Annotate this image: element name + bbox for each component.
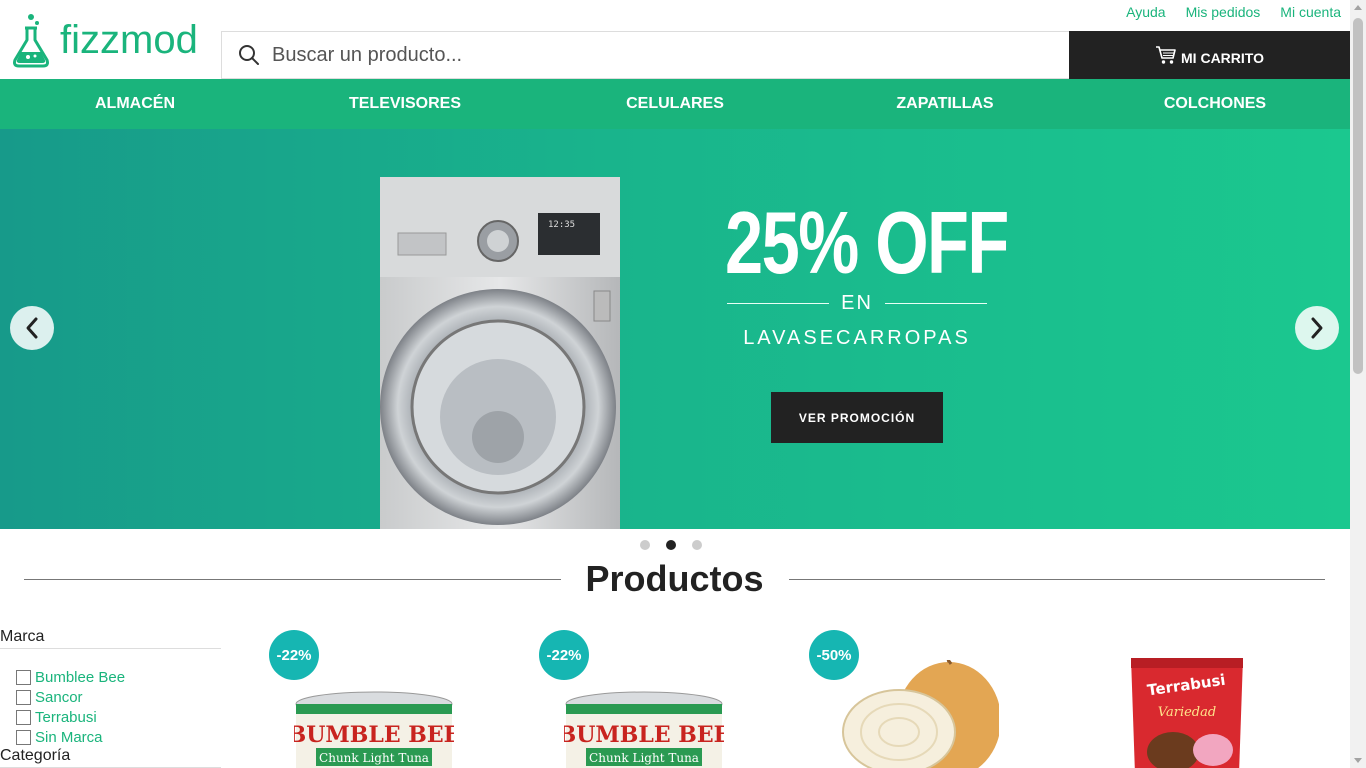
top-links: Ayuda Mis pedidos Mi cuenta	[1126, 4, 1341, 20]
brand-name: fizzmod	[60, 18, 198, 62]
cart-icon	[1156, 46, 1176, 64]
category-nav: ALMACÉN TELEVISORES CELULARES ZAPATILLAS…	[0, 79, 1350, 129]
washing-machine-image: 12:35	[380, 177, 620, 529]
discount-badge: -22%	[269, 630, 319, 680]
tuna-can-image: BUMBLE BEE Chunk Light Tuna	[294, 691, 454, 768]
promo-en-text: EN	[841, 292, 873, 314]
tuna-can-image: BUMBLE BEE Chunk Light Tuna	[564, 691, 724, 768]
nav-item-colchones[interactable]: COLCHONES	[1080, 79, 1350, 129]
can-product-text: Chunk Light Tuna	[319, 751, 429, 765]
nav-item-zapatillas[interactable]: ZAPATILLAS	[810, 79, 1080, 129]
search-icon[interactable]	[238, 44, 260, 66]
cart-button[interactable]: MI CARRITO	[1069, 31, 1350, 79]
search-input[interactable]	[272, 43, 1032, 67]
checkbox[interactable]	[16, 689, 31, 705]
logo[interactable]: fizzmod	[10, 12, 198, 68]
brand-filter-list: Bumblee Bee Sancor Terrabusi Sin Marca	[0, 667, 221, 747]
can-brand-text: BUMBLE BEE	[564, 722, 724, 748]
checkbox[interactable]	[16, 709, 31, 725]
chevron-right-icon	[1311, 317, 1323, 339]
brand-label[interactable]: Bumblee Bee	[35, 669, 125, 686]
flask-logo-icon	[13, 14, 49, 68]
products-heading: Productos	[24, 556, 1326, 602]
scroll-up-icon[interactable]	[1354, 5, 1362, 10]
heading-rule	[788, 578, 1326, 580]
divider-line	[884, 303, 988, 304]
brand-filter-item[interactable]: Sancor	[16, 687, 221, 707]
product-card[interactable]: -50%	[809, 630, 1039, 768]
category-filter-title: Categoría	[0, 747, 221, 768]
carousel-dot-1[interactable]	[640, 540, 650, 550]
hero-carousel: 12:35 25% OFF EN LAVASECARROPAS VER PROM…	[0, 129, 1350, 529]
cookie-bag-image: Terrabusi Variedad	[1131, 658, 1243, 768]
svg-text:12:35: 12:35	[548, 220, 575, 230]
filters-sidebar: Marca Bumblee Bee Sancor Terrabusi Sin M…	[0, 628, 221, 768]
brand-filter-item[interactable]: Terrabusi	[16, 707, 221, 727]
product-card[interactable]: -22% BUMBLE BEE Chunk Light Tuna	[539, 630, 769, 768]
promo-en-row: EN	[727, 292, 988, 315]
carousel-next-button[interactable]	[1295, 306, 1339, 350]
nav-item-televisores[interactable]: TELEVISORES	[270, 79, 540, 129]
scroll-down-icon[interactable]	[1354, 758, 1362, 763]
discount-badge: -22%	[539, 630, 589, 680]
brand-filter-title: Marca	[0, 628, 221, 649]
bag-variant-text: Variedad	[1158, 705, 1216, 720]
carousel-dot-3[interactable]	[692, 540, 702, 550]
products-title: Productos	[585, 558, 764, 599]
nav-item-celulares[interactable]: CELULARES	[540, 79, 810, 129]
carousel-dot-2[interactable]	[666, 540, 676, 550]
product-card[interactable]: Terrabusi Variedad	[1079, 630, 1309, 768]
my-account-link[interactable]: Mi cuenta	[1280, 4, 1341, 20]
onion-image	[842, 660, 999, 768]
brand-label[interactable]: Sancor	[35, 689, 83, 706]
chevron-left-icon	[26, 317, 38, 339]
page: fizzmod Ayuda Mis pedidos Mi cuenta MI C…	[0, 0, 1350, 768]
scrollbar-thumb[interactable]	[1353, 18, 1363, 374]
search-bar	[221, 31, 1069, 79]
promo-subtitle: LAVASECARROPAS	[743, 327, 971, 349]
my-orders-link[interactable]: Mis pedidos	[1186, 4, 1261, 20]
divider-line	[727, 303, 830, 304]
cart-label: MI CARRITO	[1181, 50, 1264, 66]
checkbox[interactable]	[16, 669, 31, 685]
can-product-text: Chunk Light Tuna	[589, 751, 699, 765]
nav-item-almacen[interactable]: ALMACÉN	[0, 79, 270, 129]
brand-filter-item[interactable]: Bumblee Bee	[16, 667, 221, 687]
can-brand-text: BUMBLE BEE	[294, 722, 454, 748]
carousel-prev-button[interactable]	[10, 306, 54, 350]
help-link[interactable]: Ayuda	[1126, 4, 1165, 20]
view-promo-button[interactable]: VER PROMOCIÓN	[771, 392, 943, 443]
brand-label[interactable]: Sin Marca	[35, 729, 103, 746]
heading-rule	[24, 578, 561, 580]
header: fizzmod Ayuda Mis pedidos Mi cuenta MI C…	[0, 0, 1350, 79]
vertical-scrollbar[interactable]	[1350, 0, 1366, 768]
carousel-dots	[640, 540, 702, 550]
brand-label[interactable]: Terrabusi	[35, 709, 97, 726]
checkbox[interactable]	[16, 729, 31, 745]
brand-filter-item[interactable]: Sin Marca	[16, 727, 221, 747]
product-card[interactable]: -22% BUMBLE BEE Chunk Light Tuna	[269, 630, 499, 768]
discount-badge: -50%	[809, 630, 859, 680]
promo-headline: 25% OFF	[725, 193, 1009, 292]
